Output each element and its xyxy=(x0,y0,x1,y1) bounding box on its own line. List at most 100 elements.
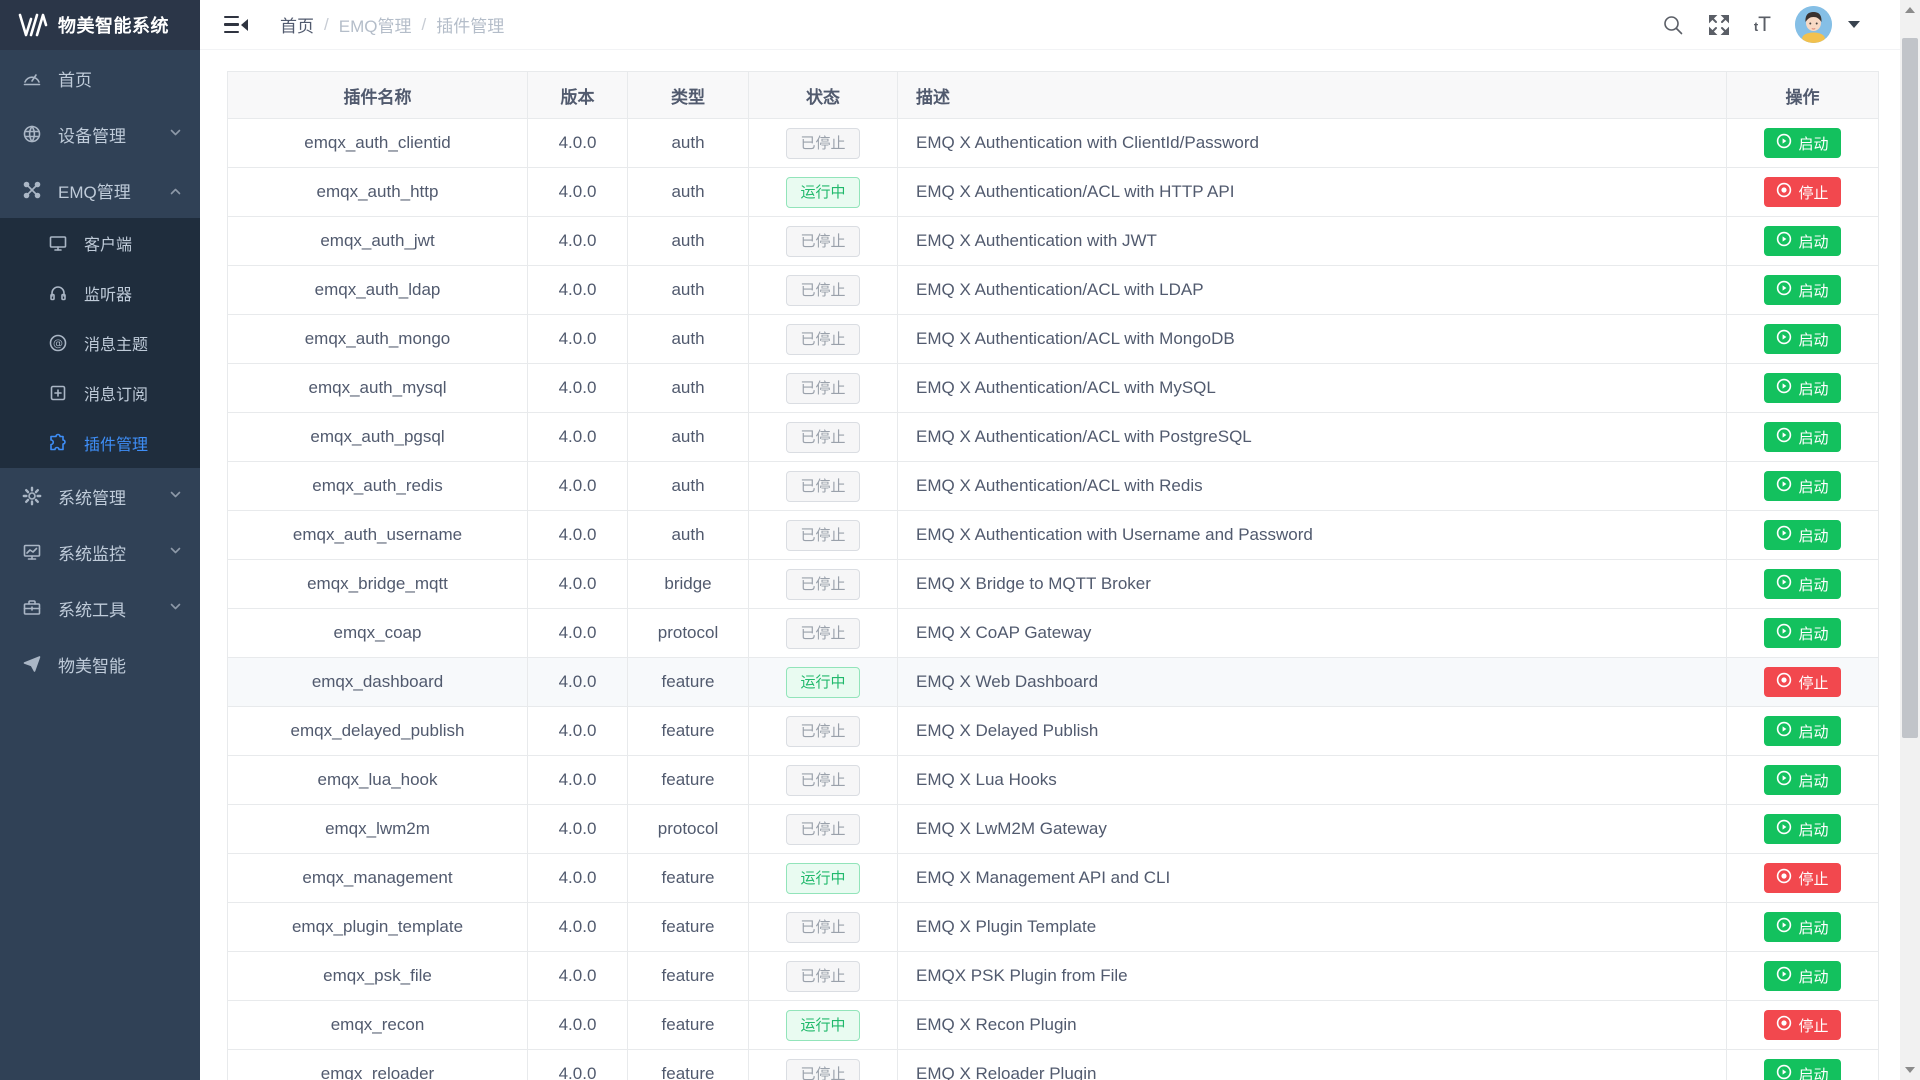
breadcrumb-item-首页[interactable]: 首页 xyxy=(280,12,314,37)
table-row-emqx_reloader: emqx_reloader4.0.0feature已停止EMQ X Reload… xyxy=(228,1050,1879,1080)
logo-icon xyxy=(18,13,48,37)
plugin-description-cell: EMQ X Plugin Template xyxy=(898,903,1727,952)
table-row-emqx_auth_clientid: emqx_auth_clientid4.0.0auth已停止EMQ X Auth… xyxy=(228,119,1879,168)
scroll-down-arrow[interactable] xyxy=(1900,1060,1920,1080)
scrollbar-thumb[interactable] xyxy=(1902,38,1918,738)
status-badge-stopped: 已停止 xyxy=(786,520,859,551)
plugin-action-cell: 停止 xyxy=(1727,854,1879,903)
stop-button[interactable]: 停止 xyxy=(1764,667,1840,697)
start-button[interactable]: 启动 xyxy=(1764,324,1840,354)
table-row-emqx_auth_jwt: emqx_auth_jwt4.0.0auth已停止EMQ X Authentic… xyxy=(228,217,1879,266)
plugin-version-cell: 4.0.0 xyxy=(528,413,628,462)
start-button[interactable]: 启动 xyxy=(1764,912,1840,942)
scroll-up-arrow[interactable] xyxy=(1900,0,1920,20)
start-button[interactable]: 启动 xyxy=(1764,275,1840,305)
plugin-version-cell: 4.0.0 xyxy=(528,1050,628,1080)
start-button[interactable]: 启动 xyxy=(1764,716,1840,746)
toolbox-icon xyxy=(20,598,44,618)
plugin-name-cell: emqx_auth_clientid xyxy=(228,119,528,168)
search-icon[interactable] xyxy=(1662,14,1684,36)
plugin-action-cell: 停止 xyxy=(1727,1001,1879,1050)
plugin-status-cell: 已停止 xyxy=(749,903,898,952)
start-button[interactable]: 启动 xyxy=(1764,569,1840,599)
start-button[interactable]: 启动 xyxy=(1764,814,1840,844)
stop-button[interactable]: 停止 xyxy=(1764,177,1840,207)
sidebar-item-系统管理[interactable]: 系统管理 xyxy=(0,468,200,524)
start-button[interactable]: 启动 xyxy=(1764,765,1840,795)
plugin-description-cell: EMQ X Authentication with Username and P… xyxy=(898,511,1727,560)
plugin-name-cell: emqx_auth_mongo xyxy=(228,315,528,364)
sidebar-item-系统工具[interactable]: 系统工具 xyxy=(0,580,200,636)
plugin-name-cell: emqx_auth_ldap xyxy=(228,266,528,315)
status-badge-stopped: 已停止 xyxy=(786,961,859,992)
plugin-name-cell: emqx_auth_redis xyxy=(228,462,528,511)
font-size-icon[interactable]: tT xyxy=(1754,13,1771,37)
sidebar-item-首页[interactable]: 首页 xyxy=(0,50,200,106)
plugin-description-cell: EMQ X Authentication/ACL with LDAP xyxy=(898,266,1727,315)
table-row-emqx_delayed_publish: emqx_delayed_publish4.0.0feature已停止EMQ X… xyxy=(228,707,1879,756)
start-button[interactable]: 启动 xyxy=(1764,471,1840,501)
sidebar-item-label: 物美智能 xyxy=(58,652,182,677)
sidebar-subitem-插件管理[interactable]: 插件管理 xyxy=(0,418,200,468)
start-button[interactable]: 启动 xyxy=(1764,128,1840,158)
plugin-type-cell: feature xyxy=(628,903,749,952)
start-icon xyxy=(1776,966,1792,986)
start-button[interactable]: 启动 xyxy=(1764,520,1840,550)
stop-icon xyxy=(1776,182,1792,202)
status-badge-stopped: 已停止 xyxy=(786,1059,859,1080)
start-button[interactable]: 启动 xyxy=(1764,226,1840,256)
start-button[interactable]: 启动 xyxy=(1764,422,1840,452)
start-button[interactable]: 启动 xyxy=(1764,961,1840,991)
table-row-emqx_auth_username: emqx_auth_username4.0.0auth已停止EMQ X Auth… xyxy=(228,511,1879,560)
plugin-version-cell: 4.0.0 xyxy=(528,658,628,707)
status-badge-stopped: 已停止 xyxy=(786,422,859,453)
stop-button[interactable]: 停止 xyxy=(1764,1010,1840,1040)
sidebar-subitem-监听器[interactable]: 监听器 xyxy=(0,268,200,318)
plugin-status-cell: 已停止 xyxy=(749,1050,898,1080)
plugin-type-cell: feature xyxy=(628,707,749,756)
status-badge-running: 运行中 xyxy=(786,1010,859,1041)
plugin-name-cell: emqx_auth_mysql xyxy=(228,364,528,413)
app-logo[interactable]: 物美智能系统 xyxy=(0,0,200,50)
start-icon xyxy=(1776,280,1792,300)
caret-down-icon[interactable] xyxy=(1848,21,1860,28)
sidebar-subitem-label: 消息订阅 xyxy=(84,381,182,405)
sidebar-subitem-消息主题[interactable]: @消息主题 xyxy=(0,318,200,368)
sidebar-item-系统监控[interactable]: 系统监控 xyxy=(0,524,200,580)
plugin-version-cell: 4.0.0 xyxy=(528,756,628,805)
sidebar-item-物美智能[interactable]: 物美智能 xyxy=(0,636,200,692)
status-badge-stopped: 已停止 xyxy=(786,373,859,404)
sidebar-submenu: 客户端监听器@消息主题消息订阅插件管理 xyxy=(0,218,200,468)
start-icon xyxy=(1776,476,1792,496)
start-icon xyxy=(1776,770,1792,790)
plugin-action-cell: 启动 xyxy=(1727,119,1879,168)
status-badge-stopped: 已停止 xyxy=(786,275,859,306)
sidebar-subitem-消息订阅[interactable]: 消息订阅 xyxy=(0,368,200,418)
topbar: 首页/EMQ管理/插件管理 tT xyxy=(200,0,1900,50)
sidebar-collapse-icon[interactable] xyxy=(224,15,248,35)
devices-icon xyxy=(20,124,44,144)
start-button[interactable]: 启动 xyxy=(1764,373,1840,403)
table-row-emqx_lwm2m: emqx_lwm2m4.0.0protocol已停止EMQ X LwM2M Ga… xyxy=(228,805,1879,854)
svg-text:@: @ xyxy=(53,339,63,350)
start-button[interactable]: 启动 xyxy=(1764,618,1840,648)
dashboard-icon xyxy=(20,68,44,88)
user-avatar[interactable] xyxy=(1795,6,1832,43)
sidebar-subitem-客户端[interactable]: 客户端 xyxy=(0,218,200,268)
start-icon xyxy=(1776,329,1792,349)
sidebar-item-设备管理[interactable]: 设备管理 xyxy=(0,106,200,162)
sidebar-item-EMQ管理[interactable]: EMQ管理 xyxy=(0,162,200,218)
subscribe-icon xyxy=(46,383,70,403)
plugin-type-cell: bridge xyxy=(628,560,749,609)
chevron-down-icon xyxy=(169,542,182,562)
breadcrumb-item-EMQ管理[interactable]: EMQ管理 xyxy=(339,12,412,37)
start-icon xyxy=(1776,623,1792,643)
fullscreen-icon[interactable] xyxy=(1708,14,1730,36)
stop-button[interactable]: 停止 xyxy=(1764,863,1840,893)
start-button[interactable]: 启动 xyxy=(1764,1059,1840,1080)
plugin-type-cell: feature xyxy=(628,952,749,1001)
plugin-description-cell: EMQ X Reloader Plugin xyxy=(898,1050,1727,1080)
table-row-emqx_management: emqx_management4.0.0feature运行中EMQ X Mana… xyxy=(228,854,1879,903)
plugin-type-cell: feature xyxy=(628,756,749,805)
plugin-name-cell: emqx_bridge_mqtt xyxy=(228,560,528,609)
